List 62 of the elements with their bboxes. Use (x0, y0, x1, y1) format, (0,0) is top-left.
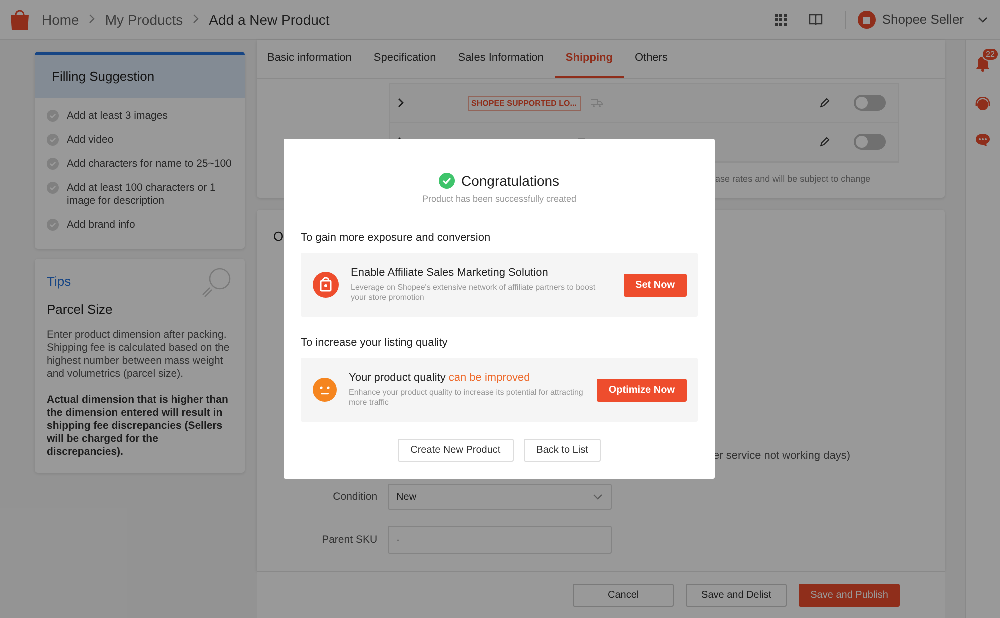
avatar-icon[interactable] (858, 10, 876, 28)
neutral-face-icon (313, 378, 337, 402)
shop-bag-logo[interactable] (10, 8, 30, 30)
check-circle-icon (47, 134, 59, 146)
chevron-down-icon[interactable] (978, 16, 988, 22)
breadcrumb-link[interactable]: My Products (105, 12, 184, 28)
suggestion-item: Add characters for name to 25~100 (67, 158, 232, 171)
action-button[interactable]: Set Now (624, 274, 687, 296)
suggestion-item: Add at least 3 images (67, 110, 168, 123)
dialog-button[interactable]: Back to List (524, 439, 602, 462)
check-circle-icon (47, 182, 59, 194)
footer-button[interactable]: Save and Delist (686, 584, 788, 606)
condition-dropdown[interactable]: New (388, 484, 612, 510)
toggle-switch[interactable] (854, 134, 886, 150)
check-circle-icon (47, 158, 59, 170)
bell-icon[interactable] (976, 56, 990, 72)
section-heading: To increase your listing quality (301, 337, 448, 349)
supported-tag: SHOPEE SUPPORTED LO... (468, 96, 581, 110)
book-icon[interactable] (809, 14, 824, 26)
shopping-bag-icon (313, 272, 339, 298)
suggestion-item: Add brand info (67, 219, 136, 232)
breadcrumb-link[interactable]: Home (42, 12, 80, 28)
card-description: Enhance your product quality to increase its potential for attracting more traffic (349, 388, 584, 408)
chevron-down-icon (592, 494, 603, 500)
tips-title: Tips (47, 274, 72, 289)
check-circle-icon (47, 110, 59, 122)
footer-button[interactable]: Cancel (573, 584, 674, 606)
section-title: O (274, 229, 284, 244)
notification-badge: 22 (982, 48, 999, 61)
tips-text: Enter product dimension after packing. Shipping fee is calculated based on the highest number between mass weight and volumetrics (parcel size). (47, 329, 231, 381)
chevron-right-icon[interactable] (398, 98, 404, 108)
tab[interactable]: Basic information (256, 40, 363, 78)
shipping-note: ase rates and will be subject to change (716, 174, 872, 184)
dialog-subtitle: Product has been successfully created (421, 194, 578, 204)
tab[interactable]: Sales Information (447, 40, 555, 78)
check-circle-icon (439, 173, 456, 189)
apps-grid-icon[interactable] (775, 14, 788, 26)
dialog-button[interactable]: Create New Product (398, 439, 514, 462)
card-title: Filling Suggestion (35, 52, 245, 98)
action-button[interactable]: Optimize Now (596, 378, 687, 402)
chat-icon[interactable] (975, 133, 992, 147)
sku-input-field[interactable]: - (388, 526, 612, 554)
field-label: Condition (332, 491, 379, 503)
tab[interactable]: Others (624, 40, 679, 78)
tab[interactable]: Specification (362, 40, 448, 78)
toggle-switch[interactable] (854, 95, 886, 111)
card-description: Leverage on Shopee's extensive network of affiliate partners to boost your store promotion (351, 283, 597, 303)
suggestion-item: Add video (67, 134, 114, 147)
tips-warning: Actual dimension that is higher than the dimension entered will result in shipping fee discrepancies (Sellers will be charged for the discrepancies). (47, 394, 230, 459)
card-title: Your product quality can be improved (349, 372, 532, 384)
account-name[interactable]: Shopee Seller (882, 12, 964, 27)
suggestion-item: Add at least 100 characters or 1 image for description (67, 182, 217, 208)
pencil-icon[interactable] (820, 137, 830, 147)
field-label: Parent SKU (321, 534, 379, 546)
card-title: Enable Affiliate Sales Marketing Solution (351, 267, 550, 279)
headset-icon[interactable] (975, 97, 992, 113)
tips-heading: Parcel Size (47, 302, 114, 317)
pencil-icon[interactable] (820, 98, 830, 108)
dialog-title: Congratulations (461, 173, 560, 189)
check-circle-icon (47, 219, 59, 231)
truck-icon (590, 98, 603, 108)
section-heading: To gain more exposure and conversion (301, 232, 491, 244)
